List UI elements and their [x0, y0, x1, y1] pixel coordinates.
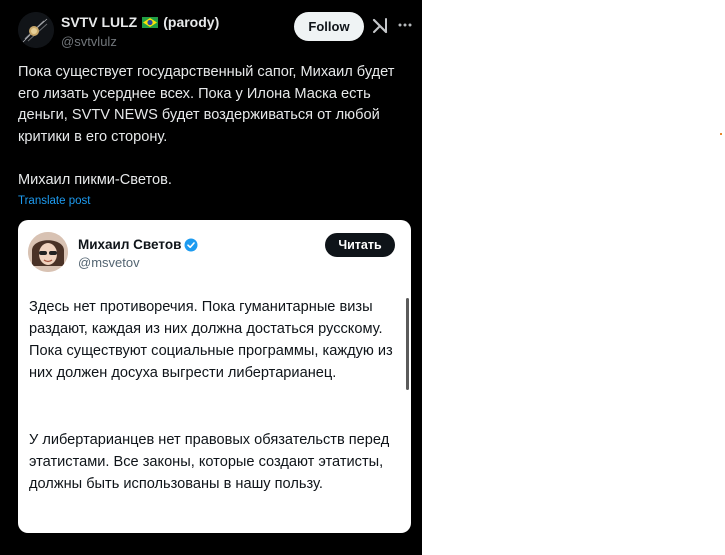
- quoted-author-name-row[interactable]: Михаил Светов: [78, 237, 198, 252]
- follow-button[interactable]: Follow: [294, 12, 364, 41]
- translate-post-link[interactable]: Translate post: [18, 195, 90, 207]
- grok-icon[interactable]: [371, 17, 389, 35]
- quoted-author-handle[interactable]: @msvetov: [78, 255, 140, 270]
- stray-dot: [720, 133, 722, 135]
- quoted-text-paragraph-2: У либертарианцев нет правовых обязательс…: [29, 432, 390, 492]
- quoted-post-card[interactable]: Михаил Светов @msvetov Читать Здесь нет …: [18, 220, 411, 533]
- quoted-author-name[interactable]: Михаил Светов: [78, 237, 181, 252]
- author-avatar[interactable]: [18, 12, 54, 48]
- quoted-text-paragraph-1: Здесь нет противоречия. Пока гуманитарны…: [29, 299, 393, 381]
- verified-badge-icon: [184, 238, 198, 251]
- more-options-icon[interactable]: [396, 16, 414, 36]
- tweet-text: Пока существует государственный сапог, М…: [18, 64, 395, 188]
- quoted-author-avatar[interactable]: [28, 232, 68, 272]
- quoted-scrollbar[interactable]: [406, 298, 409, 390]
- author-handle[interactable]: @svtvlulz: [61, 34, 117, 49]
- read-button[interactable]: Читать: [325, 233, 395, 257]
- author-tag: (parody): [163, 14, 220, 30]
- author-name[interactable]: SVTV LULZ: [61, 14, 137, 30]
- brazil-flag-icon: [142, 16, 159, 28]
- author-name-row[interactable]: SVTV LULZ (parody): [61, 14, 219, 30]
- tweet-panel: SVTV LULZ (parody) @svtvlulz Follow Пока…: [0, 0, 422, 555]
